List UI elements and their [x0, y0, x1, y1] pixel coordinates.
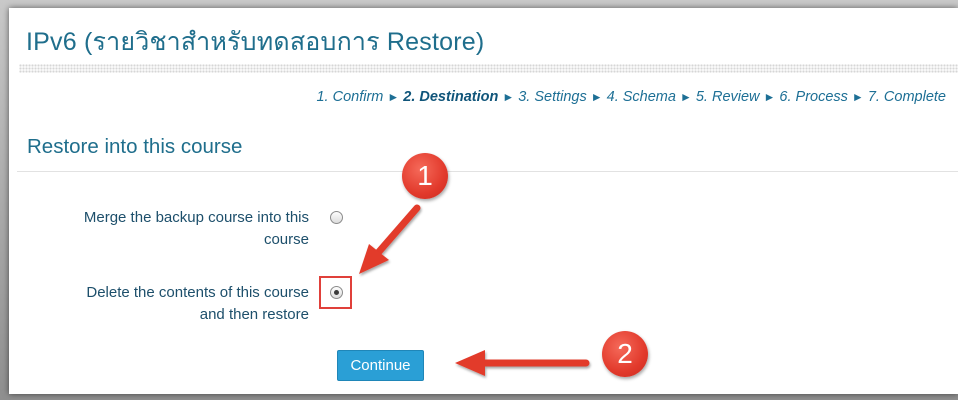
page-title: IPv6 (รายวิชาสำหรับทดสอบการ Restore)	[26, 28, 485, 56]
callout-badge-2: 2	[602, 331, 648, 377]
step-destination: 2. Destination	[403, 89, 499, 105]
section-divider	[17, 171, 958, 172]
radio-highlight-box	[319, 276, 352, 309]
step-separator-icon: ►	[679, 90, 692, 104]
delete-option-label-line2: and then restore	[199, 306, 309, 323]
step-confirm: 1. Confirm	[316, 89, 384, 105]
step-separator-icon: ►	[387, 90, 400, 104]
merge-option-label: Merge the backup course into this course	[9, 207, 309, 251]
merge-option-radio[interactable]	[330, 211, 343, 224]
step-separator-icon: ►	[590, 90, 603, 104]
step-process: 6. Process	[779, 89, 848, 105]
delete-option-label-line1: Delete the contents of this course	[86, 284, 309, 301]
callout-badge-1: 1	[402, 153, 448, 199]
step-settings: 3. Settings	[518, 89, 587, 105]
step-complete: 7. Complete	[867, 89, 946, 105]
step-separator-icon: ►	[502, 90, 515, 104]
step-review: 5. Review	[695, 89, 760, 105]
section-heading: Restore into this course	[27, 135, 243, 158]
step-separator-icon: ►	[851, 90, 864, 104]
merge-option-label-line1: Merge the backup course into this	[83, 209, 309, 226]
arrow-to-radio-icon	[359, 204, 421, 274]
restore-page: IPv6 (รายวิชาสำหรับทดสอบการ Restore) 1. …	[9, 8, 958, 394]
merge-option-label-line2: course	[263, 231, 309, 248]
restore-progress-steps: 1. Confirm ► 2. Destination ► 3. Settings ► 4.…	[316, 89, 946, 105]
continue-button[interactable]: Continue	[337, 350, 424, 381]
title-divider	[19, 64, 958, 73]
arrow-to-continue-icon	[455, 350, 590, 376]
step-schema: 4. Schema	[606, 89, 676, 105]
delete-option-label: Delete the contents of this course and t…	[9, 282, 309, 326]
step-separator-icon: ►	[763, 90, 776, 104]
